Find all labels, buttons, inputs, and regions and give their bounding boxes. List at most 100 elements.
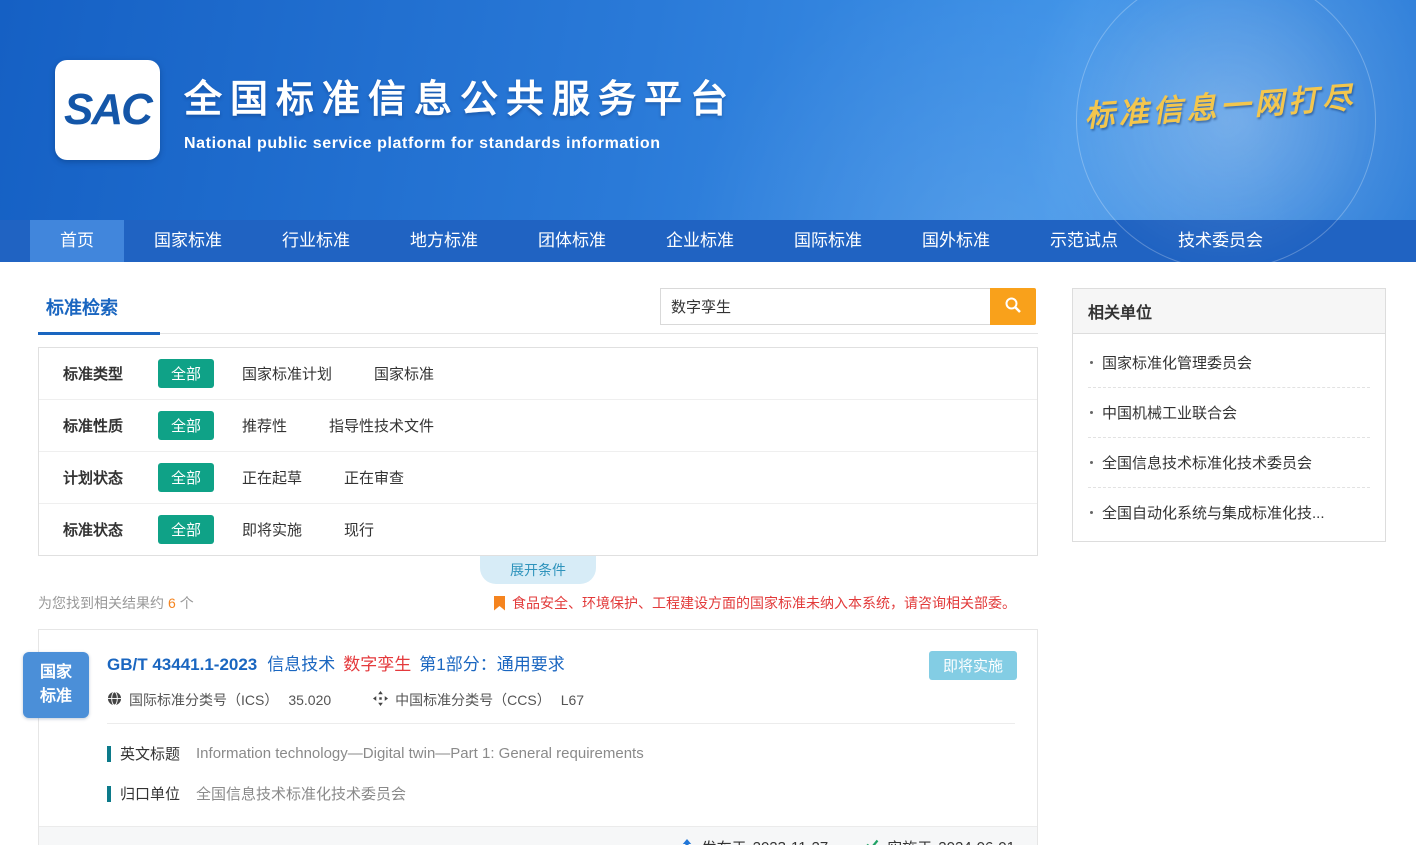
filter-all-button[interactable]: 全部 (158, 359, 214, 388)
filter-row-standard-type: 标准类型 全部 国家标准计划 国家标准 (39, 348, 1037, 400)
status-badge: 即将实施 (929, 651, 1017, 680)
teal-bar-icon (107, 746, 111, 762)
nav-item-local-standards[interactable]: 地方标准 (380, 220, 508, 262)
english-title-value: Information technology—Digital twin—Part… (196, 745, 644, 762)
filter-row-standard-status: 标准状态 全部 即将实施 现行 (39, 504, 1037, 555)
english-title-row: 英文标题 Information technology—Digital twin… (107, 743, 1015, 764)
org-row: 归口单位 全国信息技术标准化技术委员会 (107, 783, 1015, 804)
implement-label: 实施于 (887, 837, 932, 845)
filter-label: 标准状态 (63, 519, 158, 540)
search-box (660, 288, 1036, 325)
tab-standard-search[interactable]: 标准检索 (38, 294, 160, 335)
standard-title-pre: 信息技术 (267, 650, 335, 675)
related-unit-label: 中国机械工业联合会 (1102, 402, 1237, 423)
related-units-title: 相关单位 (1073, 289, 1385, 334)
standard-type-badge: 国家 标准 (23, 652, 89, 718)
ics-value: 35.020 (288, 692, 331, 708)
filter-option[interactable]: 指导性技术文件 (329, 415, 434, 436)
nav-item-international-standards[interactable]: 国际标准 (764, 220, 892, 262)
filter-option[interactable]: 正在起草 (242, 467, 302, 488)
sac-logo[interactable]: SAC (55, 60, 160, 160)
filter-label: 标准类型 (63, 363, 158, 384)
org-value: 全国信息技术标准化技术委员会 (196, 783, 406, 804)
filter-option[interactable]: 即将实施 (242, 519, 302, 540)
standard-title-link[interactable]: GB/T 43441.1-2023 信息技术 数字孪生 第1部分：通用要求 (107, 650, 1015, 675)
result-count-prefix: 为您找到相关结果约 (38, 593, 164, 613)
bullet-dot-icon (1090, 411, 1093, 414)
english-title-label: 英文标题 (120, 743, 180, 764)
standard-title-highlight: 数字孪生 (343, 650, 411, 675)
site-subtitle: National public service platform for sta… (184, 135, 736, 153)
nav-item-foreign-standards[interactable]: 国外标准 (892, 220, 1020, 262)
publish-date: 2023-11-27 (753, 839, 829, 845)
related-unit-label: 国家标准化管理委员会 (1102, 352, 1252, 373)
page-content: 标准检索 标准类型 全部 国家标准计划 (0, 262, 1416, 845)
filter-option[interactable]: 推荐性 (242, 415, 287, 436)
globe-icon (107, 691, 129, 709)
search-input[interactable] (660, 288, 990, 325)
related-units-list: 国家标准化管理委员会 中国机械工业联合会 全国信息技术标准化技术委员会 全国自动… (1073, 334, 1385, 541)
related-unit-item[interactable]: 国家标准化管理委员会 (1088, 338, 1370, 388)
results-meta-line: 为您找到相关结果约 6 个 食品安全、环境保护、工程建设方面的国家标准未纳入本系… (38, 593, 1038, 613)
card-footer: 发布于 2023-11-27 实施于 2024-06-01 (39, 826, 1037, 845)
publish-icon (679, 838, 702, 845)
card-body: GB/T 43441.1-2023 信息技术 数字孪生 第1部分：通用要求 (39, 630, 1037, 826)
result-count-number: 6 (168, 595, 176, 611)
system-notice: 食品安全、环境保护、工程建设方面的国家标准未纳入本系统，请咨询相关部委。 (494, 593, 1038, 613)
sac-logo-text: SAC (64, 85, 151, 135)
filter-option[interactable]: 国家标准计划 (242, 363, 332, 384)
nav-item-group-standards[interactable]: 团体标准 (508, 220, 636, 262)
filter-option[interactable]: 正在审查 (344, 467, 404, 488)
check-icon (864, 838, 887, 845)
standard-result-card: 国家 标准 即将实施 GB/T 43441.1-2023 信息技术 数字孪生 第… (38, 629, 1038, 845)
card-divider (107, 723, 1015, 724)
result-count-suffix: 个 (180, 593, 194, 613)
filter-row-standard-nature: 标准性质 全部 推荐性 指导性技术文件 (39, 400, 1037, 452)
related-unit-item[interactable]: 全国信息技术标准化技术委员会 (1088, 438, 1370, 488)
site-title-block: 全国标准信息公共服务平台 National public service pla… (184, 68, 736, 153)
type-badge-line2: 标准 (23, 685, 89, 709)
main-column: 标准检索 标准类型 全部 国家标准计划 (38, 288, 1038, 845)
bullet-dot-icon (1090, 361, 1093, 364)
ccs-group: 中国标准分类号（CCS） L67 (373, 690, 584, 710)
standard-code: GB/T 43441.1-2023 (107, 655, 257, 675)
related-unit-item[interactable]: 中国机械工业联合会 (1088, 388, 1370, 438)
org-label: 归口单位 (120, 783, 180, 804)
nav-item-home[interactable]: 首页 (30, 220, 124, 262)
nav-item-industry-standards[interactable]: 行业标准 (252, 220, 380, 262)
site-title: 全国标准信息公共服务平台 (184, 68, 736, 123)
publish-date-group: 发布于 2023-11-27 (679, 837, 829, 845)
related-unit-item[interactable]: 全国自动化系统与集成标准化技... (1088, 488, 1370, 537)
standard-title-post: 第1部分：通用要求 (419, 650, 564, 675)
sidebar: 相关单位 国家标准化管理委员会 中国机械工业联合会 全国信息技术标准化技术委员会… (1072, 288, 1386, 845)
filter-row-plan-status: 计划状态 全部 正在起草 正在审查 (39, 452, 1037, 504)
implement-date-group: 实施于 2024-06-01 (864, 837, 1015, 845)
filter-label: 计划状态 (63, 467, 158, 488)
search-icon (1004, 296, 1022, 317)
filter-box: 标准类型 全部 国家标准计划 国家标准 标准性质 全部 推荐性 指导性技术文件 … (38, 347, 1038, 556)
related-unit-label: 全国自动化系统与集成标准化技... (1102, 502, 1325, 523)
teal-bar-icon (107, 786, 111, 802)
bookmark-icon (494, 596, 505, 611)
filter-all-button[interactable]: 全部 (158, 411, 214, 440)
search-row: 标准检索 (38, 288, 1038, 334)
type-badge-line1: 国家 (23, 661, 89, 685)
nav-item-national-standards[interactable]: 国家标准 (124, 220, 252, 262)
filter-all-button[interactable]: 全部 (158, 515, 214, 544)
implement-date: 2024-06-01 (938, 839, 1015, 845)
compass-icon (373, 691, 395, 709)
expand-conditions-button[interactable]: 展开条件 (480, 556, 596, 584)
bullet-dot-icon (1090, 511, 1093, 514)
bullet-dot-icon (1090, 461, 1093, 464)
related-units-panel: 相关单位 国家标准化管理委员会 中国机械工业联合会 全国信息技术标准化技术委员会… (1072, 288, 1386, 542)
notice-text: 食品安全、环境保护、工程建设方面的国家标准未纳入本系统，请咨询相关部委。 (512, 593, 1016, 613)
filter-all-button[interactable]: 全部 (158, 463, 214, 492)
nav-item-enterprise-standards[interactable]: 企业标准 (636, 220, 764, 262)
ccs-value: L67 (561, 692, 584, 708)
site-banner: SAC 全国标准信息公共服务平台 National public service… (0, 0, 1416, 220)
filter-option[interactable]: 现行 (344, 519, 374, 540)
filter-section: 标准类型 全部 国家标准计划 国家标准 标准性质 全部 推荐性 指导性技术文件 … (38, 347, 1038, 584)
search-button[interactable] (990, 288, 1036, 325)
ics-group: 国际标准分类号（ICS） 35.020 (107, 690, 331, 710)
filter-option[interactable]: 国家标准 (374, 363, 434, 384)
